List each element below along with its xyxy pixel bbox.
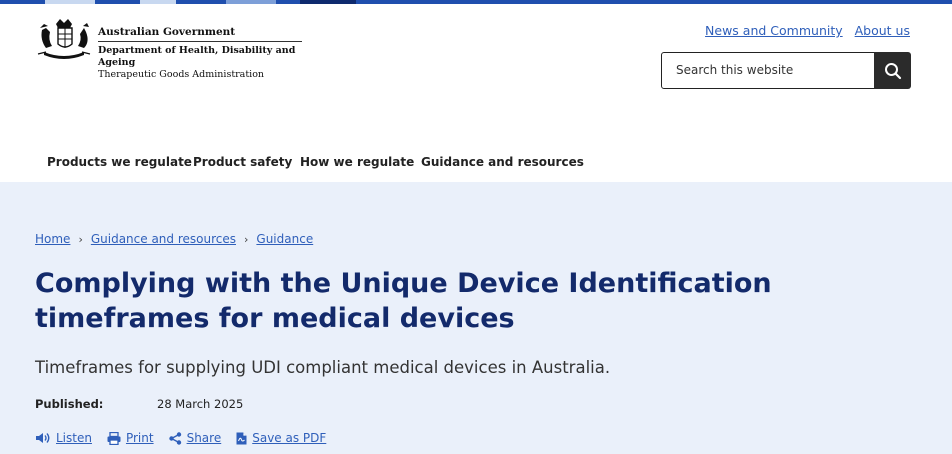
nav-item-products-we-regulate[interactable]: Products we regulate <box>47 142 192 182</box>
logo-divider <box>98 41 302 42</box>
share-button[interactable]: Share <box>168 431 222 445</box>
main-navigation: Products we regulate Product safety How … <box>0 142 952 186</box>
share-icon <box>168 431 181 445</box>
published-label: Published: <box>35 397 104 411</box>
utility-links: News and Community About us <box>697 23 910 38</box>
page-hero: Home › Guidance and resources › Guidance Com… <box>0 182 952 454</box>
about-us-link[interactable]: About us <box>855 23 910 38</box>
government-logo[interactable]: Australian Government Department of Heal… <box>36 16 306 80</box>
site-search: Search this website <box>661 52 911 89</box>
nav-item-how-we-regulate[interactable]: How we regulate <box>300 142 414 182</box>
nav-item-guidance-and-resources[interactable]: Guidance and resources <box>421 142 584 182</box>
breadcrumb-guidance[interactable]: Guidance <box>256 232 313 246</box>
published-info: Published: 28 March 2025 <box>35 397 243 411</box>
print-label: Print <box>125 431 154 445</box>
search-button[interactable] <box>874 52 911 89</box>
search-input[interactable]: Search this website <box>661 52 875 89</box>
speaker-icon <box>36 433 50 443</box>
department-name: Department of Health, Disability and Age… <box>98 45 296 68</box>
breadcrumb-guidance-and-resources[interactable]: Guidance and resources <box>91 232 236 246</box>
page-actions: Listen Print Share Save as PDF <box>35 431 326 445</box>
search-icon <box>884 62 901 79</box>
listen-label: Listen <box>56 431 92 445</box>
save-as-pdf-label: Save as PDF <box>252 431 327 445</box>
breadcrumb: Home › Guidance and resources › Guidance <box>35 232 313 246</box>
pdf-file-icon <box>236 432 247 444</box>
coat-of-arms-icon <box>37 19 91 59</box>
save-as-pdf-button[interactable]: Save as PDF <box>236 431 326 445</box>
agency-name: Therapeutic Goods Administration <box>98 69 265 80</box>
page-subtitle: Timeframes for supplying UDI compliant m… <box>35 358 611 377</box>
nav-item-product-safety[interactable]: Product safety <box>193 142 292 182</box>
news-and-community-link[interactable]: News and Community <box>705 23 843 38</box>
print-button[interactable]: Print <box>107 431 154 445</box>
chevron-right-icon: › <box>78 233 83 246</box>
printer-icon <box>107 431 121 445</box>
breadcrumb-home[interactable]: Home <box>35 232 70 246</box>
published-date: 28 March 2025 <box>157 397 244 411</box>
site-header: Australian Government Department of Heal… <box>0 4 952 186</box>
government-name: Australian Government <box>98 26 236 38</box>
share-label: Share <box>186 431 222 445</box>
page-title: Complying with the Unique Device Identif… <box>35 268 772 334</box>
listen-button[interactable]: Listen <box>35 431 92 445</box>
chevron-right-icon: › <box>244 233 249 246</box>
